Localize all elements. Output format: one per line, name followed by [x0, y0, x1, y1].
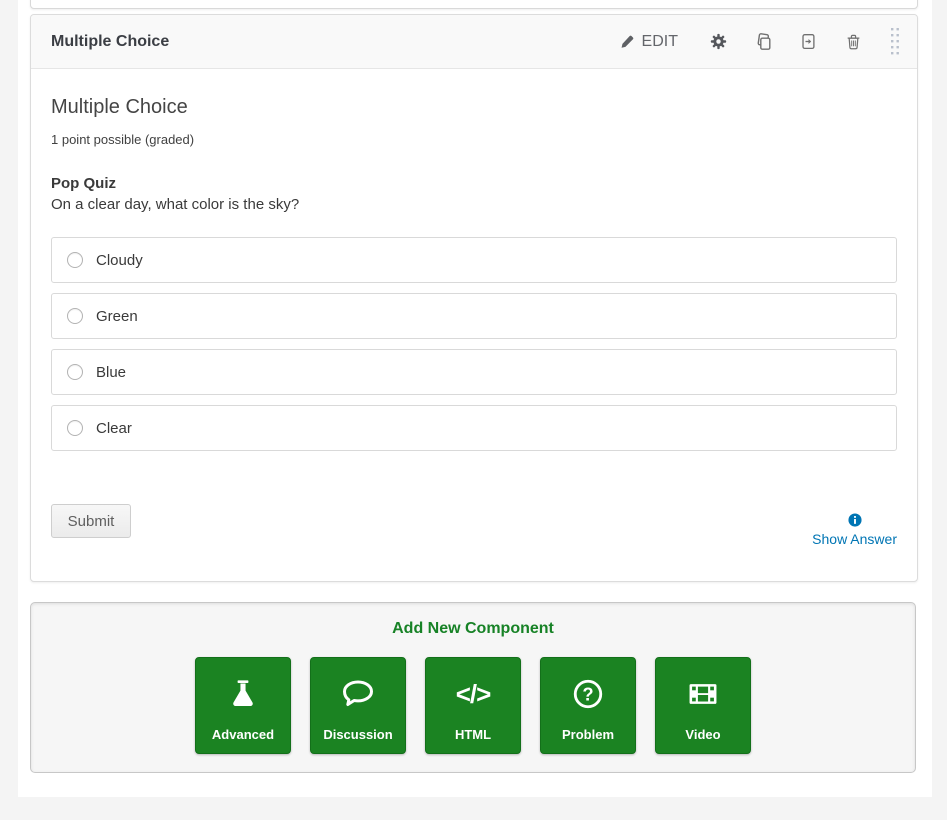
info-icon: [848, 513, 862, 527]
problem-actions-row: Submit Show Answer: [51, 504, 897, 547]
add-advanced-button[interactable]: Advanced: [195, 657, 291, 754]
radio-button[interactable]: [67, 308, 83, 324]
submit-button[interactable]: Submit: [51, 504, 131, 538]
gear-icon: [710, 33, 727, 50]
show-answer-link[interactable]: Show Answer: [812, 513, 897, 547]
show-answer-label: Show Answer: [812, 531, 897, 547]
problem-display-name: Multiple Choice: [51, 95, 897, 119]
previous-component-card-fragment: [30, 0, 918, 9]
move-button[interactable]: [798, 33, 818, 50]
component-type-buttons: Advanced Discussion </> HTML: [31, 657, 915, 754]
problem-body: Multiple Choice 1 point possible (graded…: [31, 69, 917, 547]
duplicate-icon: [754, 33, 772, 51]
delete-button[interactable]: [843, 33, 863, 50]
choice-row-clear[interactable]: Clear: [51, 405, 897, 451]
code-icon: </>: [456, 673, 491, 715]
add-video-button[interactable]: Video: [655, 657, 751, 754]
component-header: Multiple Choice EDIT: [31, 15, 917, 69]
component-title: Multiple Choice: [51, 33, 169, 51]
points-possible-text: 1 point possible (graded): [51, 132, 897, 147]
choice-label: Green: [96, 308, 138, 325]
choice-label: Clear: [96, 420, 132, 437]
component-button-label: Advanced: [212, 727, 274, 742]
component-button-label: HTML: [455, 727, 491, 742]
choice-list: Cloudy Green Blue Clear: [51, 237, 897, 451]
drag-handle[interactable]: [888, 25, 902, 59]
choice-row-green[interactable]: Green: [51, 293, 897, 339]
question-glyph: ?: [582, 684, 593, 705]
edit-button-label: EDIT: [642, 33, 678, 51]
component-actions: EDIT: [620, 25, 902, 59]
choice-label: Blue: [96, 364, 126, 381]
film-icon: [686, 673, 720, 715]
drag-dots-icon: [890, 27, 900, 57]
question-title: Pop Quiz: [51, 175, 897, 192]
question-circle-icon: ?: [571, 673, 605, 715]
choice-row-blue[interactable]: Blue: [51, 349, 897, 395]
radio-button[interactable]: [67, 420, 83, 436]
settings-button[interactable]: [708, 33, 728, 50]
flask-icon: [226, 673, 260, 715]
radio-button[interactable]: [67, 364, 83, 380]
component-button-label: Discussion: [323, 727, 392, 742]
add-html-button[interactable]: </> HTML: [425, 657, 521, 754]
page-bottom-margin: [0, 797, 947, 820]
pencil-icon: [620, 35, 634, 49]
code-glyph: </>: [456, 679, 491, 710]
move-icon: [800, 33, 817, 50]
speech-bubble-icon: [340, 673, 376, 715]
component-card: Multiple Choice EDIT: [30, 14, 918, 582]
add-problem-button[interactable]: ? Problem: [540, 657, 636, 754]
duplicate-button[interactable]: [753, 33, 773, 51]
add-new-component-panel: Add New Component Advanced Discussion: [30, 602, 916, 773]
choice-label: Cloudy: [96, 252, 143, 269]
add-discussion-button[interactable]: Discussion: [310, 657, 406, 754]
trash-icon: [845, 33, 862, 50]
add-new-component-title: Add New Component: [31, 620, 915, 638]
component-button-label: Problem: [562, 727, 614, 742]
studio-unit-page: Multiple Choice EDIT: [0, 0, 947, 820]
component-button-label: Video: [685, 727, 720, 742]
choice-row-cloudy[interactable]: Cloudy: [51, 237, 897, 283]
edit-button[interactable]: EDIT: [620, 33, 678, 51]
radio-button[interactable]: [67, 252, 83, 268]
question-text: On a clear day, what color is the sky?: [51, 196, 897, 213]
